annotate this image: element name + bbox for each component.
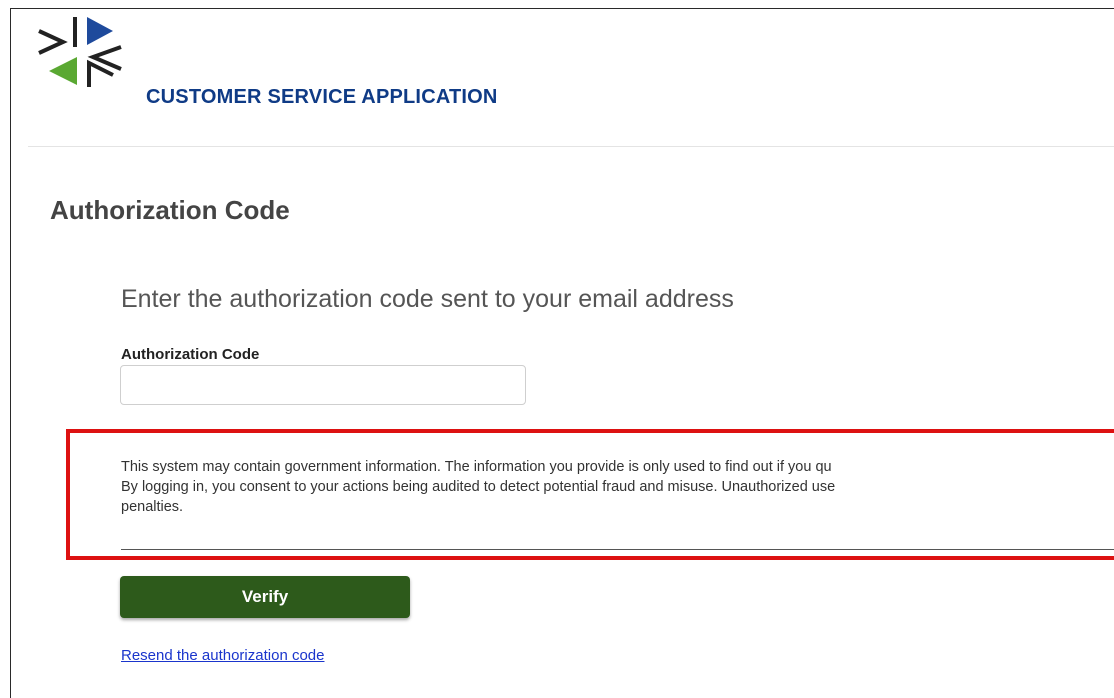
notice-divider bbox=[121, 549, 1114, 550]
agency-star-logo-icon bbox=[38, 17, 122, 87]
authorization-code-input[interactable] bbox=[120, 365, 526, 405]
verify-button[interactable]: Verify bbox=[120, 576, 410, 618]
notice-text: This system may contain government infor… bbox=[121, 457, 1114, 517]
authorization-code-label: Authorization Code bbox=[121, 346, 260, 363]
resend-code-link[interactable]: Resend the authorization code bbox=[121, 647, 324, 664]
header-divider bbox=[28, 146, 1114, 147]
app-title: CUSTOMER SERVICE APPLICATION bbox=[146, 86, 498, 108]
page-title: Authorization Code bbox=[50, 195, 290, 225]
notice-line: penalties. bbox=[121, 499, 184, 515]
notice-line: By logging in, you consent to your actio… bbox=[121, 479, 836, 495]
instructions-text: Enter the authorization code sent to you… bbox=[121, 285, 734, 313]
notice-line: This system may contain government infor… bbox=[121, 459, 832, 475]
